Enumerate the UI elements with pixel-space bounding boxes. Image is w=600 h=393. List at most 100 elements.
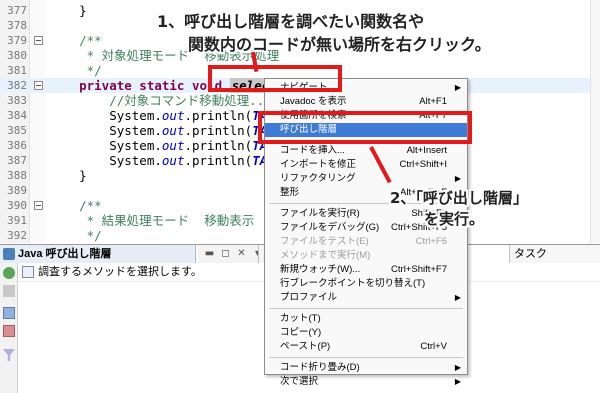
menu-separator [269, 308, 463, 309]
minimize-icon[interactable]: ▬ [204, 248, 215, 259]
menu-item[interactable]: コピー(Y) [265, 326, 467, 340]
menu-item-label: リファクタリング [280, 173, 356, 184]
code-text[interactable]: //対象コマンド移動処理... [49, 93, 272, 108]
submenu-arrow-icon: ▶ [454, 363, 461, 372]
code-text[interactable]: System.out.println(TAR_U [49, 108, 290, 123]
code-text[interactable]: * 結果処理モード 移動表示 [49, 213, 255, 228]
selection-highlight-box [208, 65, 342, 92]
menu-item-shortcut: Alt+F1 [419, 96, 447, 107]
line-number: 379 [7, 34, 27, 47]
callee-hierarchy-icon[interactable] [3, 325, 15, 337]
tab-call-hierarchy[interactable]: Java 呼び出し階層 [0, 245, 196, 263]
fold-toggle-icon[interactable] [34, 36, 43, 45]
refresh-icon[interactable] [3, 267, 15, 279]
submenu-arrow-icon: ▶ [454, 83, 461, 92]
submenu-arrow-icon: ▶ [454, 174, 461, 183]
code-prefix: System. [49, 153, 162, 168]
menu-item-label: 新規ウォッチ(W)... [280, 264, 361, 275]
annotation-step1-line2: 関数内のコードが無い場所を右クリック。 [188, 35, 491, 54]
fold-toggle-icon[interactable] [34, 81, 43, 90]
menu-item-label: カット(T) [280, 313, 321, 324]
menu-item-label: プロファイル [280, 292, 338, 303]
code-method-call: .println( [184, 153, 253, 168]
tab-tasks[interactable]: タスク [509, 245, 600, 263]
code-content: //対象コマンド移動処理... [49, 93, 272, 108]
menu-item[interactable]: 次で選択 ▶ [265, 375, 467, 389]
code-text[interactable]: */ [49, 63, 102, 78]
line-number: 383 [7, 94, 27, 107]
code-text[interactable]: /** [49, 33, 102, 48]
call-hierarchy-status: 調査するメソッドを選択します。 [22, 265, 202, 279]
menu-item[interactable]: コード折り畳み(D) ▶ [265, 361, 467, 375]
code-prefix: System. [49, 138, 162, 153]
code-field: out [161, 108, 185, 123]
annotation-step2-line2: を実行。 [424, 210, 485, 228]
code-text[interactable]: System.out.println(TAR_D [49, 138, 290, 153]
code-prefix: System. [49, 123, 162, 138]
menu-item[interactable]: リファクタリング ▶ [265, 172, 467, 186]
restore-icon[interactable]: ◻ [220, 248, 231, 259]
menu-item-label: コードを挿入... [280, 145, 345, 156]
line-number: 389 [7, 184, 27, 197]
code-content: } [49, 3, 87, 18]
editor-right-margin [590, 0, 600, 243]
code-field: out [161, 123, 185, 138]
menu-item-shortcut: Ctrl+Shift+F7 [391, 264, 447, 275]
submenu-arrow-icon: ▶ [454, 293, 461, 302]
menu-separator [269, 357, 463, 358]
info-icon [22, 266, 34, 278]
line-number: 386 [7, 139, 27, 152]
tab-call-hierarchy-label: Java 呼び出し階層 [18, 248, 112, 260]
caller-hierarchy-icon[interactable] [3, 307, 15, 319]
menu-item[interactable]: 新規ウォッチ(W)... Ctrl+Shift+F7 [265, 263, 467, 277]
annotation-step1-line1: 1、呼び出し階層を調べたい関数名や [157, 12, 425, 31]
code-text[interactable]: } [49, 3, 87, 18]
menu-item[interactable]: 行ブレークポイントを切り替え(T) [265, 277, 467, 291]
menu-item-label: 次で選択 [280, 376, 319, 387]
line-number: 387 [7, 154, 27, 167]
stop-icon[interactable] [3, 285, 15, 297]
fold-toggle-icon[interactable] [34, 201, 43, 210]
menu-item-label: 整形 [280, 187, 300, 198]
line-number: 385 [7, 124, 27, 137]
code-content: * 結果処理モード 移動表示 [49, 213, 255, 228]
menu-item-label: インポートを修正 [280, 159, 357, 170]
code-content: /** [49, 33, 102, 48]
menu-item[interactable]: プロファイル ▶ [265, 291, 467, 305]
line-number: 381 [7, 64, 27, 77]
menu-item[interactable]: Javadoc を表示 Alt+F1 [265, 95, 467, 109]
code-text[interactable]: System.out.println(TAR_L [49, 123, 290, 138]
line-number: 392 [7, 229, 27, 242]
code-keywords: private static void [49, 78, 230, 93]
code-text[interactable]: System.out.println(TAR_R [49, 153, 290, 168]
code-content: /** [49, 198, 102, 213]
menu-item-label: Javadoc を表示 [280, 96, 347, 107]
menu-item[interactable]: カット(T) [265, 312, 467, 326]
line-number: 391 [7, 214, 27, 227]
code-prefix: System. [49, 108, 162, 123]
menu-item-label: メソッドまで実行(M) [280, 250, 371, 261]
menu-item[interactable]: インポートを修正 Ctrl+Shift+I [265, 158, 467, 172]
code-method-call: .println( [184, 138, 253, 153]
code-text[interactable]: /** [49, 198, 102, 213]
code-field: out [161, 138, 185, 153]
line-number: 388 [7, 169, 27, 182]
line-number: 380 [7, 49, 27, 62]
close-icon[interactable]: ✕ [236, 248, 247, 259]
code-text[interactable]: */ [49, 228, 102, 243]
menu-item-label: コード折り畳み(D) [280, 362, 360, 373]
filter-icon[interactable] [3, 349, 15, 361]
annotation-step2-line1: 2、「呼び出し階層」 [390, 189, 528, 207]
line-number: 384 [7, 109, 27, 122]
menu-item[interactable]: コードを挿入... Alt+Insert [265, 144, 467, 158]
menu-item[interactable]: ペースト(P) Ctrl+V [265, 340, 467, 354]
code-method-call: .println( [184, 108, 253, 123]
line-number: 377 [7, 4, 27, 17]
line-number: 382 [7, 79, 27, 92]
line-number: 390 [7, 199, 27, 212]
tab-tasks-label: タスク [514, 248, 547, 260]
code-text[interactable]: } [49, 168, 87, 183]
menu-item: メソッドまで実行(M) [265, 249, 467, 263]
menu-item-label: コピー(Y) [280, 327, 322, 338]
code-field: out [161, 153, 185, 168]
